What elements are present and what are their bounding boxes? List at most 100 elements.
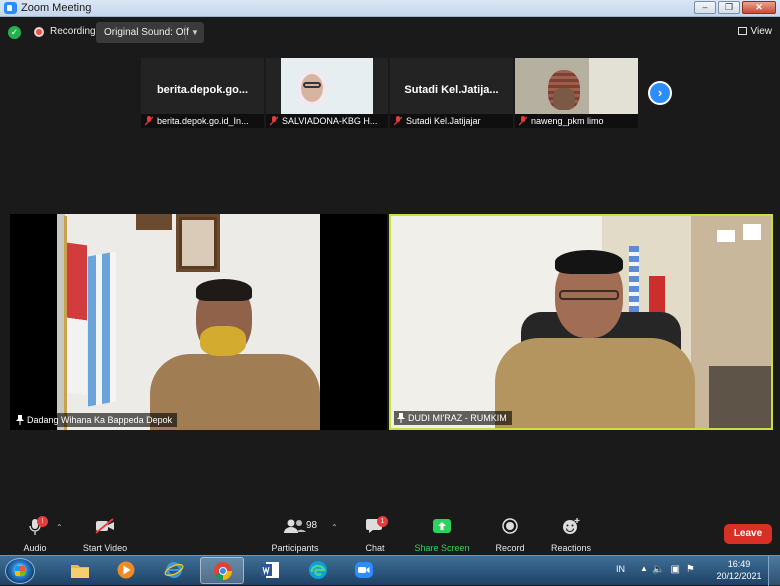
clock-time: 16:49	[727, 559, 751, 569]
security-shield-icon[interactable]: ✓	[8, 26, 21, 39]
participant-video	[281, 58, 373, 114]
flagpole	[64, 216, 67, 430]
chat-unread-badge: 1	[377, 516, 388, 527]
taskbar-media-player[interactable]	[104, 557, 148, 584]
muted-mic-icon	[269, 116, 279, 126]
participant-glasses	[303, 82, 321, 88]
zoom-icon	[355, 562, 373, 578]
input-language[interactable]: IN	[616, 564, 625, 574]
chat-label: Chat	[365, 543, 385, 553]
muted-mic-icon	[518, 116, 528, 126]
ceiling-light	[743, 224, 761, 240]
participant-face	[297, 70, 327, 106]
taskbar-file-explorer[interactable]	[58, 557, 102, 584]
show-hidden-icons-icon[interactable]: ▲	[640, 564, 648, 573]
video-tile-dadang[interactable]: Dadang Wihana Ka Bappeda Depok	[10, 214, 387, 430]
original-sound-label: Original Sound: Off	[104, 27, 189, 38]
video-tile-dudi-active-speaker[interactable]: DUDI MI'RAZ - RUMKIM	[389, 214, 773, 430]
participant-face	[553, 88, 575, 110]
share-screen-button[interactable]: Share Screen	[412, 516, 472, 553]
volume-icon[interactable]: 🔈	[652, 564, 670, 575]
video-off-icon	[95, 518, 114, 534]
participants-icon	[284, 519, 306, 533]
reactions-button[interactable]: Reactions	[548, 516, 594, 553]
audio-button[interactable]: ! Audio	[18, 516, 52, 553]
audio-options-caret-icon[interactable]: ⌃	[56, 523, 63, 532]
thumbnail-name: SALVIADONA-KBG H...	[282, 116, 378, 126]
internet-explorer-icon	[164, 562, 184, 578]
window-title: Zoom Meeting	[21, 2, 92, 14]
pin-icon	[397, 413, 405, 423]
chevron-down-icon[interactable]: ▼	[185, 25, 204, 40]
recording-label[interactable]: Recording	[50, 26, 96, 37]
audio-label: Audio	[23, 543, 47, 553]
reactions-label: Reactions	[550, 543, 592, 553]
regional-flag	[88, 251, 116, 407]
zoom-window: Zoom Meeting – ❐ ✕ ✓ Recording Original …	[0, 0, 780, 586]
minimize-button[interactable]: –	[694, 1, 716, 14]
next-page-button[interactable]: ›	[648, 81, 672, 105]
chrome-icon	[214, 562, 232, 580]
reactions-icon	[563, 518, 580, 534]
system-clock[interactable]: 16:49 20/12/2021	[714, 558, 764, 582]
taskbar-zoom[interactable]	[342, 557, 386, 584]
pin-icon	[16, 415, 24, 425]
taskbar-internet-explorer[interactable]	[152, 557, 196, 584]
start-button[interactable]	[5, 558, 35, 584]
face-mask	[200, 326, 246, 356]
participant-thumbnail[interactable]: berita.depok.go... berita.depok.go.id_In…	[141, 58, 264, 128]
zoom-logo-icon	[4, 2, 17, 14]
title-bar: Zoom Meeting – ❐ ✕	[0, 0, 780, 17]
thumbnail-display-name: berita.depok.go...	[156, 84, 249, 96]
action-center-flag-icon[interactable]: ⚑	[686, 564, 701, 575]
participant-glasses	[559, 290, 619, 300]
close-button[interactable]: ✕	[742, 1, 776, 14]
restore-icon: ❐	[724, 2, 734, 12]
participant-thumbnail[interactable]: SALVIADONA-KBG H...	[266, 58, 388, 128]
record-label: Record	[495, 543, 525, 553]
video-participant-name: Dadang Wihana Ka Bappeda Depok	[27, 415, 173, 425]
chevron-right-icon: ›	[657, 85, 663, 100]
taskbar-chrome[interactable]	[200, 557, 244, 584]
taskbar-edge[interactable]	[296, 557, 340, 584]
portrait-frame	[176, 214, 220, 272]
participant-hair	[196, 279, 252, 301]
clock-date: 20/12/2021	[716, 571, 762, 581]
recording-icon	[34, 27, 44, 37]
desk-items	[709, 366, 771, 428]
video-name-tag: DUDI MI'RAZ - RUMKIM	[394, 411, 512, 425]
participant-hair	[555, 250, 623, 274]
participants-count: 98	[306, 520, 318, 531]
taskbar-word[interactable]	[248, 557, 292, 584]
video-letterbox	[320, 214, 387, 430]
wall-frame	[136, 214, 172, 230]
word-icon	[261, 562, 279, 578]
thumbnail-name: Sutadi Kel.Jatijajar	[406, 116, 481, 126]
network-icon[interactable]: ▣	[670, 564, 685, 575]
record-button[interactable]: Record	[492, 516, 528, 553]
thumbnail-name-tag: Sutadi Kel.Jatijajar	[390, 114, 513, 128]
edge-icon	[309, 561, 327, 579]
participant-thumbnail[interactable]: Sutadi Kel.Jatija... Sutadi Kel.Jatijaja…	[390, 58, 513, 128]
participant-body	[495, 338, 695, 428]
share-screen-icon	[433, 519, 451, 533]
share-screen-label: Share Screen	[414, 543, 470, 553]
show-desktop-button[interactable]	[768, 556, 780, 586]
indonesian-flag	[67, 242, 87, 396]
thumbnail-name-tag: SALVIADONA-KBG H...	[266, 114, 388, 128]
window-controls: – ❐ ✕	[694, 1, 776, 14]
participant-thumbnail[interactable]: naweng_pkm limo	[515, 58, 638, 128]
participants-options-caret-icon[interactable]: ⌃	[331, 523, 338, 532]
start-video-button[interactable]: Start Video	[80, 516, 130, 553]
thumbnail-name-tag: berita.depok.go.id_In...	[141, 114, 264, 128]
audio-warning-badge: !	[37, 516, 48, 527]
windows-taskbar: IN ▲ 🔈▣⚑ 16:49 20/12/2021	[0, 555, 780, 586]
chat-button[interactable]: 1 Chat	[360, 516, 390, 553]
system-tray-icons[interactable]: 🔈▣⚑	[652, 564, 701, 575]
leave-button[interactable]: Leave	[724, 524, 772, 544]
restore-button[interactable]: ❐	[718, 1, 740, 14]
thumbnail-name: berita.depok.go.id_In...	[157, 116, 249, 126]
original-sound-button[interactable]: Original Sound: Off ▼	[96, 22, 204, 43]
participants-label: Participants	[271, 543, 319, 553]
view-button[interactable]: View	[737, 26, 772, 37]
